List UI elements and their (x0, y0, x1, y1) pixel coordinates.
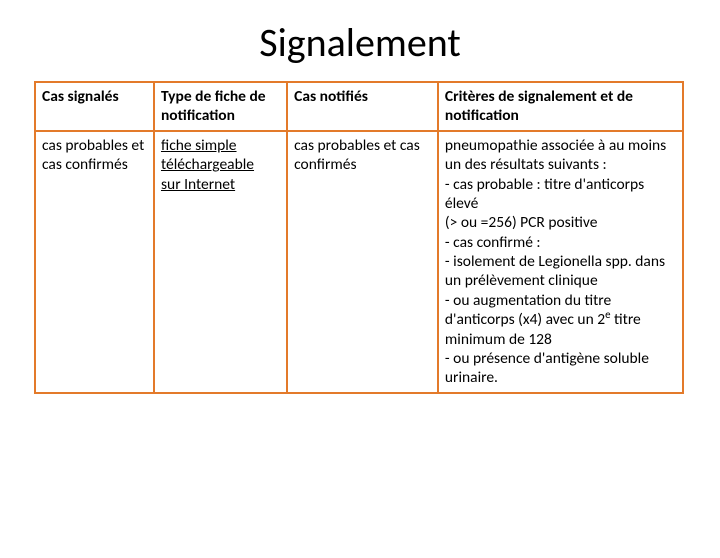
cell-cas-notifies: cas probables et cas confirmés (287, 131, 438, 393)
link-fiche-simple[interactable]: fiche simple (161, 136, 237, 155)
criteres-line: - isolement de Legionella spp. dans un p… (445, 252, 665, 290)
criteres-line: - cas probable : titre d'anticorps élevé (445, 175, 644, 213)
criteres-line: pneumopathie associée à au moins un des … (445, 136, 666, 174)
signalement-table: Cas signalés Type de fiche de notificati… (34, 81, 684, 394)
criteres-line: - ou présence d'antigène soluble urinair… (445, 349, 649, 387)
cell-type-fiche: fiche simple téléchargeable sur Internet (154, 131, 287, 393)
table-row: cas probables et cas confirmés fiche sim… (35, 131, 683, 393)
criteres-line: - cas confirmé : (445, 233, 541, 252)
header-cas-signales: Cas signalés (35, 82, 154, 131)
criteres-line: - ou augmentation du titre d'anticorps (… (445, 291, 641, 349)
table-header-row: Cas signalés Type de fiche de notificati… (35, 82, 683, 131)
link-sur-internet[interactable]: sur Internet (161, 175, 235, 194)
header-type-fiche: Type de fiche de notification (154, 82, 287, 131)
cell-cas-signales: cas probables et cas confirmés (35, 131, 154, 393)
header-cas-notifies: Cas notifiés (287, 82, 438, 131)
link-telechargeable[interactable]: téléchargeable (161, 155, 254, 174)
header-criteres: Critères de signalement et de notificati… (438, 82, 683, 131)
criteres-line: (> ou =256) PCR positive (445, 213, 598, 232)
page-title: Signalement (0, 18, 720, 67)
cell-criteres: pneumopathie associée à au moins un des … (438, 131, 683, 393)
